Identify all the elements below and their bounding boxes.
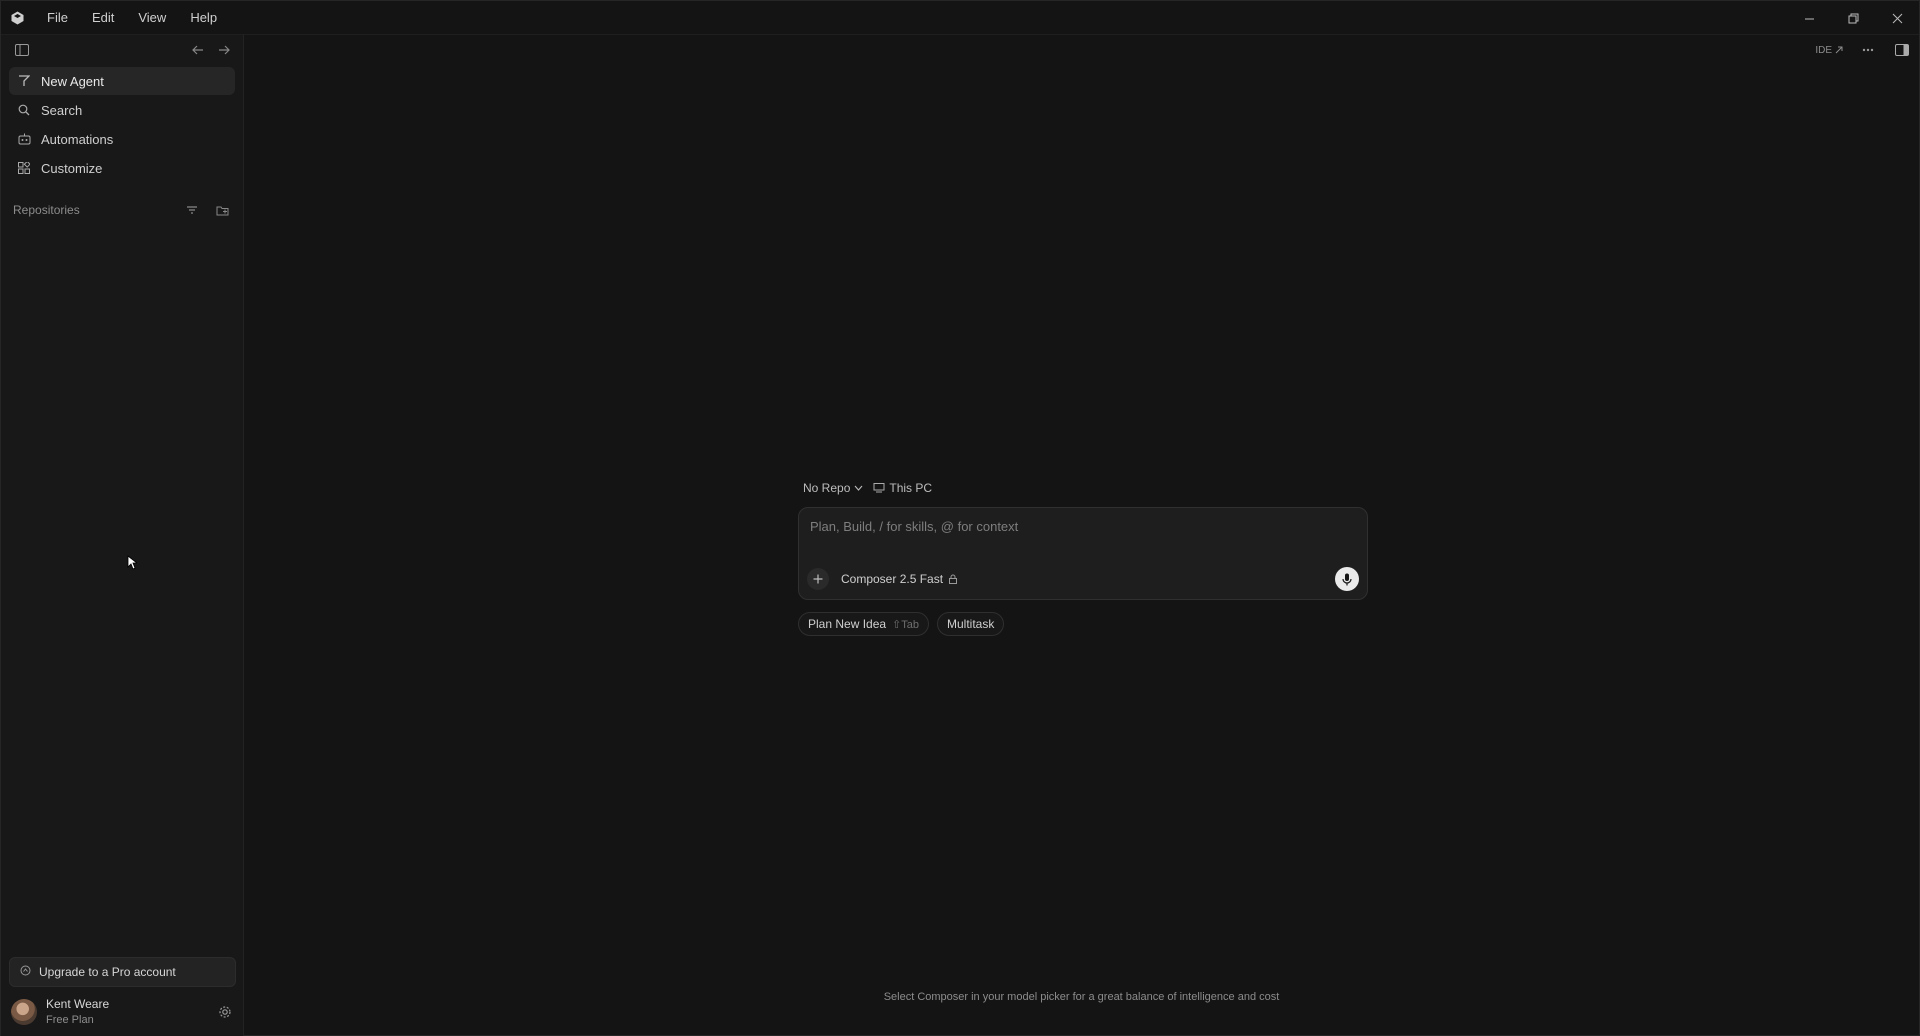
gear-icon[interactable] — [216, 1003, 234, 1021]
upgrade-button[interactable]: Upgrade to a Pro account — [9, 957, 236, 987]
location-selector[interactable]: This PC — [873, 481, 932, 495]
toggle-panel-icon[interactable] — [1893, 41, 1911, 59]
user-profile[interactable]: Kent Weare Free Plan — [11, 993, 236, 1031]
menu-help[interactable]: Help — [180, 6, 227, 29]
upgrade-icon — [20, 965, 31, 979]
model-label: Composer 2.5 Fast — [841, 572, 944, 586]
microphone-icon — [1342, 573, 1352, 585]
sidebar-item-automations[interactable]: Automations — [9, 125, 235, 153]
lock-icon — [949, 574, 958, 584]
sidebar-toolbar — [1, 35, 243, 65]
computer-icon — [873, 483, 885, 493]
user-plan: Free Plan — [46, 1014, 94, 1026]
avatar — [11, 999, 37, 1025]
plus-icon — [813, 574, 823, 584]
sidebar-item-label: Search — [41, 102, 83, 118]
more-options-icon[interactable] — [1859, 41, 1877, 59]
chevron-down-icon — [854, 485, 863, 491]
user-info: Kent Weare Free Plan — [46, 996, 109, 1028]
app-window: File Edit View Help New Agent Search Aut… — [0, 0, 1920, 1036]
external-arrow-icon — [1835, 46, 1843, 54]
main-toolbar: IDE — [1815, 41, 1911, 59]
agent-icon — [17, 74, 31, 88]
model-picker[interactable]: Composer 2.5 Fast — [841, 572, 958, 586]
history-nav — [189, 41, 233, 59]
prompt-box: Composer 2.5 Fast — [798, 507, 1368, 600]
filter-icon[interactable] — [183, 201, 201, 219]
plan-new-idea-chip[interactable]: Plan New Idea ⇧Tab — [798, 612, 929, 636]
close-icon[interactable] — [1875, 1, 1919, 35]
composer-area: No Repo This PC Composer 2.5 Fast — [798, 477, 1368, 636]
title-bar: File Edit View Help — [1, 1, 1919, 35]
window-controls — [1787, 1, 1919, 35]
chip-label: Plan New Idea — [808, 617, 887, 631]
forward-arrow-icon[interactable] — [215, 41, 233, 59]
mouse-cursor-icon — [127, 555, 139, 575]
user-name: Kent Weare — [46, 997, 110, 1011]
sidebar-item-label: New Agent — [41, 73, 104, 89]
back-arrow-icon[interactable] — [189, 41, 207, 59]
menu-file[interactable]: File — [37, 6, 78, 29]
sidebar-item-label: Customize — [41, 160, 103, 176]
context-row: No Repo This PC — [798, 477, 1368, 499]
upgrade-label: Upgrade to a Pro account — [39, 965, 176, 979]
menu-bar: File Edit View Help — [37, 6, 227, 29]
sidebar-nav: New Agent Search Automations Customize — [1, 65, 243, 185]
sidebar-item-new-agent[interactable]: New Agent — [9, 67, 235, 95]
sidebar: New Agent Search Automations Customize R… — [1, 35, 244, 1036]
automations-icon — [17, 132, 31, 146]
ide-link[interactable]: IDE — [1815, 45, 1843, 56]
add-folder-icon[interactable] — [213, 201, 231, 219]
sidebar-item-customize[interactable]: Customize — [9, 154, 235, 182]
ide-label: IDE — [1815, 44, 1832, 56]
sidebar-item-search[interactable]: Search — [9, 96, 235, 124]
search-icon — [17, 103, 31, 117]
suggestion-chips: Plan New Idea ⇧Tab Multitask — [798, 612, 1368, 636]
repo-selector-label: No Repo — [803, 481, 851, 495]
chip-label: Multitask — [947, 617, 995, 631]
restore-icon[interactable] — [1831, 1, 1875, 35]
customize-icon — [17, 161, 31, 175]
prompt-input[interactable] — [810, 519, 1350, 534]
chip-shortcut: ⇧Tab — [892, 618, 919, 631]
model-hint: Select Composer in your model picker for… — [883, 991, 1280, 1003]
minimize-icon[interactable] — [1787, 1, 1831, 35]
menu-view[interactable]: View — [128, 6, 176, 29]
repositories-header: Repositories — [1, 197, 243, 223]
repositories-actions — [183, 201, 231, 219]
repo-selector[interactable]: No Repo — [803, 481, 863, 495]
location-label: This PC — [889, 481, 933, 495]
add-attachment-button[interactable] — [807, 568, 829, 590]
toggle-sidebar-icon[interactable] — [13, 41, 31, 59]
sidebar-item-label: Automations — [41, 131, 114, 147]
app-logo-icon — [9, 10, 25, 26]
microphone-button[interactable] — [1335, 567, 1359, 591]
multitask-chip[interactable]: Multitask — [937, 612, 1005, 636]
composer-controls: Composer 2.5 Fast — [807, 567, 1359, 591]
menu-edit[interactable]: Edit — [82, 6, 124, 29]
repositories-label: Repositories — [13, 203, 80, 217]
